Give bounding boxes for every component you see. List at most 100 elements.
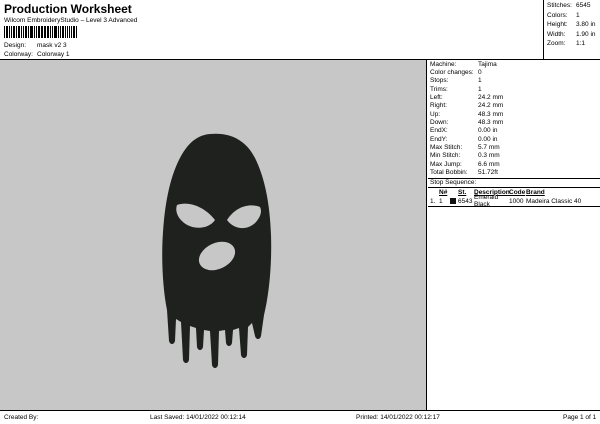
- barcode-bar: [29, 26, 33, 38]
- stat-value: 1: [576, 11, 580, 19]
- barcode-bar: [10, 26, 12, 38]
- created-by: Created By:: [4, 414, 39, 421]
- info-label: Color changes:: [430, 69, 474, 77]
- info-row: Up: 48.3 mm: [428, 110, 600, 118]
- stat-row: Width: 1.90 in: [544, 31, 600, 41]
- printed-date: Printed: 14/01/2022 00:12:17: [356, 414, 440, 421]
- stop-table-header: N# St. Description Code Brand: [428, 188, 600, 197]
- info-row: Min Stitch: 0.3 mm: [428, 152, 600, 160]
- barcode-bar: [16, 26, 18, 38]
- colorway-meta: Colorway: Colorway 1: [4, 51, 70, 58]
- info-label: EndX:: [430, 127, 448, 135]
- worksheet-header: Production Worksheet Wilcom EmbroiderySt…: [0, 0, 600, 60]
- colorway-value: Colorway 1: [37, 51, 70, 58]
- info-row: Trims: 1: [428, 85, 600, 93]
- barcode-bar: [44, 26, 47, 38]
- info-value: 24.2 mm: [478, 94, 504, 102]
- info-value: 1: [478, 77, 482, 85]
- barcode-bar: [25, 26, 28, 38]
- info-label: Trims:: [430, 85, 448, 93]
- barcode-bar: [66, 26, 69, 38]
- barcode-bar: [5, 26, 8, 38]
- stat-value: 6545: [576, 2, 591, 9]
- info-value: 0: [478, 69, 482, 77]
- info-label: Max Stitch:: [430, 144, 463, 152]
- info-label: Stops:: [430, 77, 449, 85]
- stat-label: Width:: [547, 30, 566, 38]
- info-value: 48.3 mm: [478, 110, 504, 118]
- info-label: Up:: [430, 110, 441, 118]
- barcode-bar: [12, 26, 16, 38]
- info-label: Right:: [430, 102, 447, 110]
- stat-label: Height:: [547, 21, 568, 29]
- row-index: 1.: [430, 197, 436, 205]
- row-needle: 1: [439, 197, 443, 205]
- barcode-bar: [52, 26, 54, 38]
- page-title: Production Worksheet: [4, 2, 132, 16]
- barcode-bar: [18, 26, 21, 38]
- design-value: mask v2 3: [37, 42, 67, 49]
- barcode-bar: [35, 26, 37, 38]
- info-label: Total Bobbin:: [430, 169, 468, 177]
- design-label: Design:: [4, 42, 27, 49]
- col-header-brand: Brand: [526, 188, 545, 196]
- barcode-bar: [57, 26, 59, 38]
- barcode-bar: [76, 26, 78, 38]
- software-subtitle: Wilcom EmbroideryStudio – Level 3 Advanc…: [4, 17, 138, 24]
- row-code: 1000: [509, 197, 524, 205]
- row-description: Emerald Black: [474, 194, 499, 209]
- stat-row: Zoom: 1:1: [544, 40, 600, 50]
- info-value: 24.2 mm: [478, 102, 504, 110]
- info-label: Min Stitch:: [430, 152, 461, 160]
- barcode-bar: [4, 26, 5, 38]
- design-canvas: [0, 60, 427, 410]
- stat-row: Height: 3.80 in: [544, 21, 600, 31]
- stat-value: 1:1: [576, 40, 586, 48]
- stop-sequence-title: Stop Sequence:: [428, 177, 600, 187]
- barcode-bar: [50, 26, 52, 38]
- last-saved: Last Saved: 14/01/2022 00:12:14: [150, 414, 246, 421]
- info-value: 0.00 in: [478, 127, 498, 135]
- info-value: 48.3 mm: [478, 119, 504, 127]
- barcode-bar: [64, 26, 66, 38]
- row-brand: Madeira Classic 40: [526, 197, 582, 205]
- row-swatch-cell: [450, 198, 458, 205]
- barcode-bar: [8, 26, 10, 38]
- info-value: 1: [478, 85, 482, 93]
- info-label: Machine:: [430, 60, 457, 68]
- info-label: EndY:: [430, 135, 448, 143]
- info-row: Max Jump: 6.6 mm: [428, 160, 600, 168]
- divider: [428, 205, 600, 207]
- ski-mask-design: [162, 133, 272, 368]
- design-preview: [162, 133, 272, 368]
- barcode-bar: [61, 26, 64, 38]
- barcode-bar: [23, 26, 25, 38]
- row-stitches: 6543: [458, 197, 473, 205]
- barcode-bar: [42, 26, 44, 38]
- barcode-bar: [59, 26, 61, 38]
- barcode-bar: [71, 26, 73, 38]
- stat-label: Colors:: [547, 11, 568, 19]
- info-row: Color changes: 0: [428, 68, 600, 76]
- info-row: Machine: Tajima: [428, 60, 600, 68]
- stats-panel: Stitches: 6545 Colors: 1 Height: 3.80 in Wi…: [543, 0, 600, 60]
- info-list: Machine: Tajima Color changes: 0 Stops: 1 T…: [428, 60, 600, 177]
- barcode-bar: [37, 26, 40, 38]
- info-label: Left:: [430, 94, 443, 102]
- info-row: Right: 24.2 mm: [428, 102, 600, 110]
- barcode-bar: [73, 26, 76, 38]
- stat-row: Colors: 1: [544, 12, 600, 22]
- info-row: Down: 48.3 mm: [428, 118, 600, 126]
- stat-row: Stitches: 6545: [544, 2, 600, 12]
- worksheet-footer: Created By: Last Saved: 14/01/2022 00:12…: [0, 410, 600, 424]
- design-meta: Design: mask v2 3: [4, 42, 67, 49]
- stat-label: Zoom:: [547, 40, 566, 48]
- stop-sequence-table: N# St. Description Code Brand 1. 1 6543 …: [428, 186, 600, 209]
- page-number: Page 1 of 1: [563, 414, 597, 421]
- table-row: 1. 1 6543 Emerald Black 1000 Madeira Cla…: [428, 194, 600, 209]
- barcode-bar: [21, 26, 23, 38]
- barcode-bar: [40, 26, 42, 38]
- info-panel: Machine: Tajima Color changes: 0 Stops: 1 T…: [428, 60, 600, 410]
- info-value: Tajima: [478, 60, 497, 68]
- info-value: 6.6 mm: [478, 160, 500, 168]
